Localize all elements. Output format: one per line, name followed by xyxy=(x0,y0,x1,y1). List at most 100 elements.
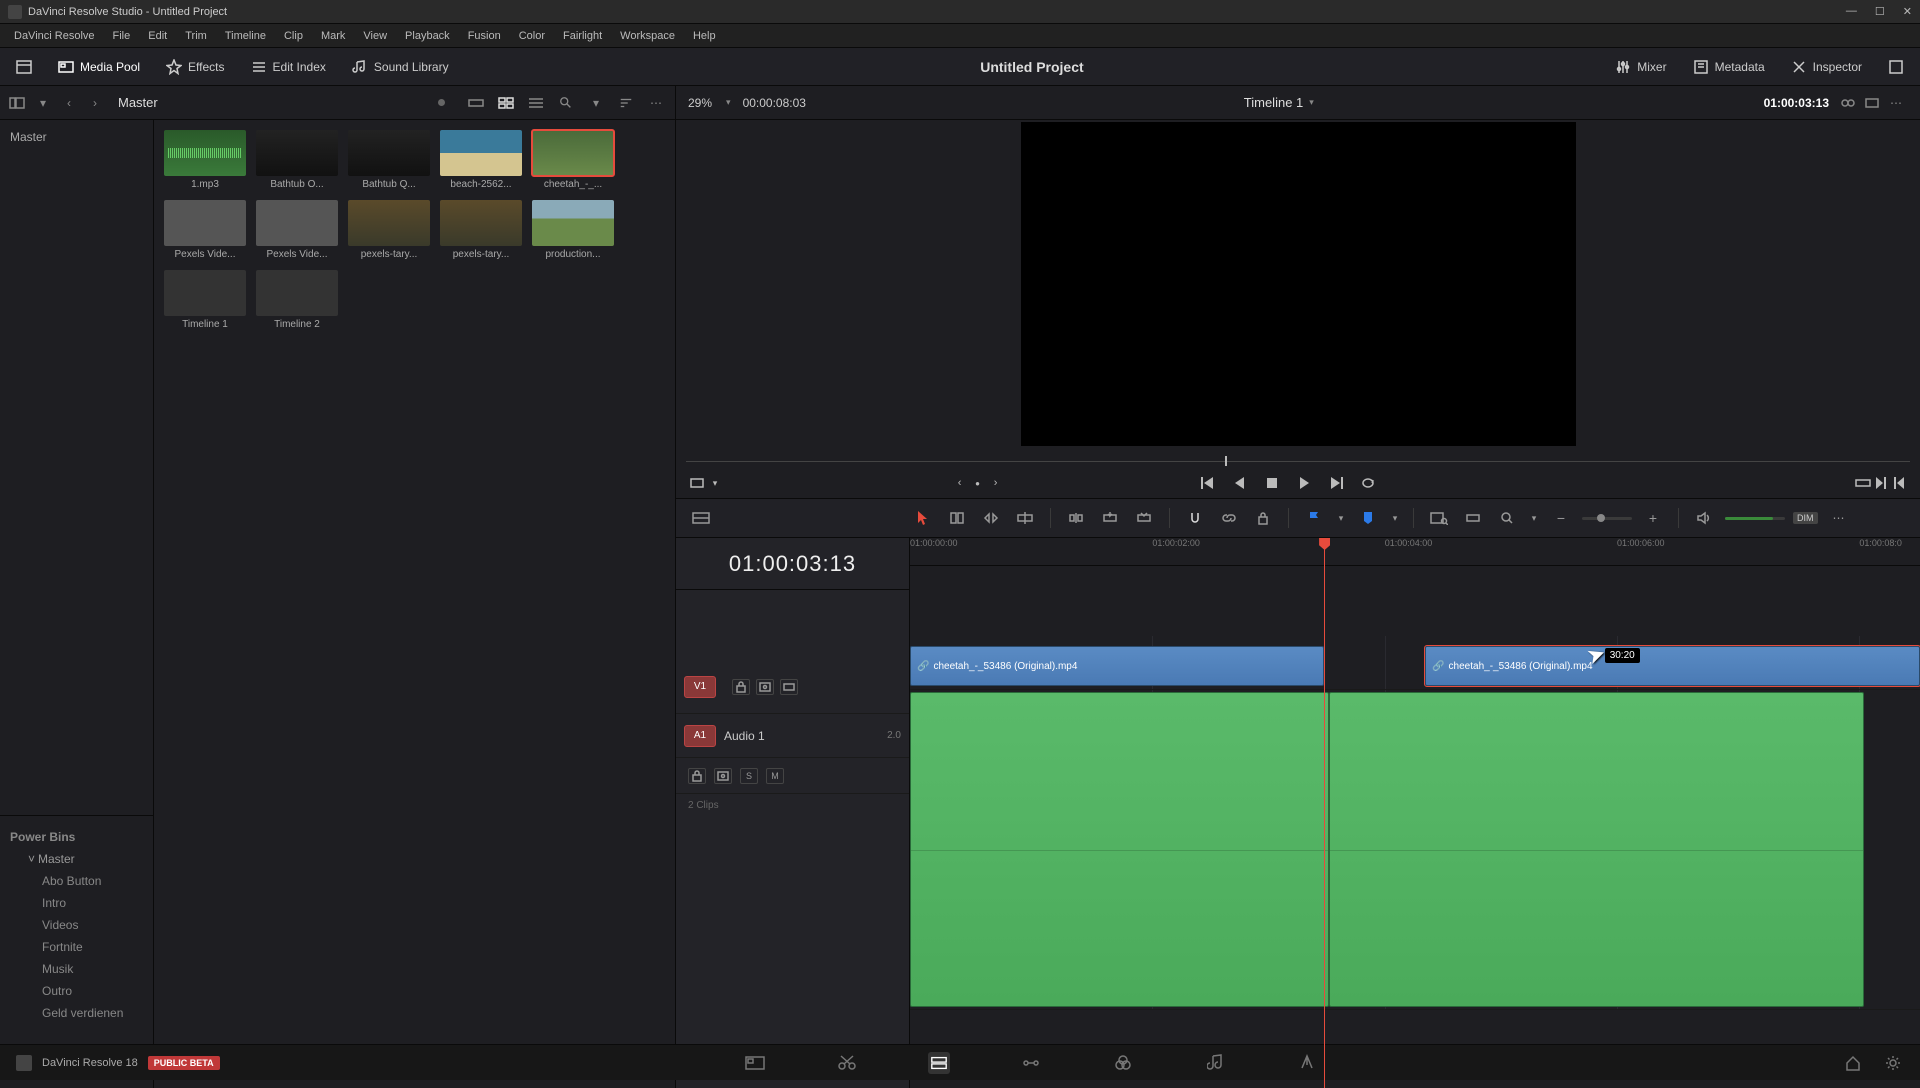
a1-mute-toggle[interactable]: M xyxy=(766,768,784,784)
track-header-v1[interactable]: V1 xyxy=(676,660,909,714)
dim-badge[interactable]: DIM xyxy=(1793,512,1818,524)
power-bins-section[interactable]: Power Bins xyxy=(0,826,153,848)
bin-master[interactable]: Master xyxy=(0,126,153,148)
dynamic-trim-tool[interactable] xyxy=(978,505,1004,531)
zoom-in-button[interactable]: + xyxy=(1640,505,1666,531)
search-dialog-button[interactable] xyxy=(1426,505,1452,531)
media-page-button[interactable] xyxy=(744,1052,766,1074)
media-thumb-11[interactable]: Timeline 2 xyxy=(256,270,338,330)
fusion-page-button[interactable] xyxy=(1020,1052,1042,1074)
menu-edit[interactable]: Edit xyxy=(140,27,175,45)
prev-edit-button[interactable] xyxy=(1890,474,1908,492)
effects-button[interactable]: Effects xyxy=(160,55,230,79)
project-settings-button[interactable] xyxy=(1882,1052,1904,1074)
minimize-button[interactable]: — xyxy=(1846,5,1857,18)
edit-page-button[interactable] xyxy=(928,1052,950,1074)
viewer-zoom-value[interactable]: 29% xyxy=(688,96,712,110)
close-button[interactable]: ✕ xyxy=(1903,5,1912,18)
zoom-slider[interactable] xyxy=(1582,517,1632,520)
big-timecode-display[interactable]: 01:00:03:13 xyxy=(676,538,909,590)
media-thumb-3[interactable]: beach-2562... xyxy=(440,130,522,190)
menu-fusion[interactable]: Fusion xyxy=(460,27,509,45)
panel-expand-button[interactable] xyxy=(1882,55,1910,79)
menu-timeline[interactable]: Timeline xyxy=(217,27,274,45)
menu-mark[interactable]: Mark xyxy=(313,27,353,45)
menu-fairlight[interactable]: Fairlight xyxy=(555,27,610,45)
selection-tool[interactable] xyxy=(910,505,936,531)
edit-index-button[interactable]: Edit Index xyxy=(245,55,332,79)
view-filmstrip-button[interactable] xyxy=(467,96,485,110)
menu-color[interactable]: Color xyxy=(511,27,553,45)
metadata-button[interactable]: Metadata xyxy=(1687,55,1771,79)
menu-help[interactable]: Help xyxy=(685,27,724,45)
power-bin-abo-button[interactable]: Abo Button xyxy=(0,870,153,892)
media-options-button[interactable]: ⋯ xyxy=(647,96,665,110)
play-button[interactable] xyxy=(1295,474,1313,492)
video-clip-2[interactable]: +00:20 🔗 cheetah_-_53486 (Original).mp4 xyxy=(1425,646,1920,686)
media-thumb-9[interactable]: production... xyxy=(532,200,614,260)
media-thumb-0[interactable]: 1.mp3 xyxy=(164,130,246,190)
loop-button[interactable] xyxy=(1359,474,1377,492)
monitor-volume-icon[interactable] xyxy=(1691,505,1717,531)
viewer-options-button[interactable]: ⋯ xyxy=(1887,95,1905,111)
go-end-button[interactable] xyxy=(1327,474,1345,492)
play-reverse-button[interactable] xyxy=(1231,474,1249,492)
nav-next-button[interactable]: › xyxy=(86,96,104,110)
deliver-page-button[interactable] xyxy=(1296,1052,1318,1074)
snapping-toggle[interactable] xyxy=(1182,505,1208,531)
a1-track-tag[interactable]: A1 xyxy=(684,725,716,747)
match-frame-next[interactable]: › xyxy=(987,474,1005,492)
marker-dropdown[interactable]: ▾ xyxy=(1389,505,1401,531)
media-thumb-5[interactable]: Pexels Vide... xyxy=(164,200,246,260)
monitor-volume-slider[interactable] xyxy=(1725,517,1785,520)
link-toggle[interactable] xyxy=(1216,505,1242,531)
full-extent-button[interactable] xyxy=(1854,474,1872,492)
nav-dropdown[interactable]: ▾ xyxy=(34,96,52,110)
viewer-canvas[interactable] xyxy=(1021,122,1576,446)
menu-file[interactable]: File xyxy=(105,27,139,45)
home-button[interactable] xyxy=(1842,1052,1864,1074)
viewer-scrub-bar[interactable] xyxy=(686,454,1910,468)
timeline-playhead[interactable] xyxy=(1324,538,1325,1088)
go-start-button[interactable] xyxy=(1199,474,1217,492)
zoom-dropdown-icon[interactable]: ▾ xyxy=(726,97,731,108)
v1-auto-select-toggle[interactable] xyxy=(756,679,774,695)
media-thumb-10[interactable]: Timeline 1 xyxy=(164,270,246,330)
fairlight-page-button[interactable] xyxy=(1204,1052,1226,1074)
menu-davinci-resolve[interactable]: DaVinci Resolve xyxy=(6,27,103,45)
cut-page-button[interactable] xyxy=(836,1052,858,1074)
viewer-mode-button[interactable] xyxy=(688,474,706,492)
viewer-mode-dropdown[interactable]: ▾ xyxy=(706,474,724,492)
view-thumb-button[interactable] xyxy=(497,96,515,110)
audio-clip-1[interactable] xyxy=(910,692,1329,1007)
power-bin-fortnite[interactable]: Fortnite xyxy=(0,936,153,958)
bin-list-toggle[interactable] xyxy=(8,96,26,110)
insert-clip-button[interactable] xyxy=(1063,505,1089,531)
overwrite-clip-button[interactable] xyxy=(1097,505,1123,531)
v1-enable-toggle[interactable] xyxy=(780,679,798,695)
track-header-a1[interactable]: A1 Audio 1 2.0 xyxy=(676,714,909,758)
audio-track-a1[interactable] xyxy=(910,690,1920,1010)
menu-trim[interactable]: Trim xyxy=(177,27,215,45)
timeline-view-options[interactable] xyxy=(688,505,714,531)
media-thumb-1[interactable]: Bathtub O... xyxy=(256,130,338,190)
inspector-button[interactable]: Inspector xyxy=(1785,55,1868,79)
power-bin-videos[interactable]: Videos xyxy=(0,914,153,936)
color-page-button[interactable] xyxy=(1112,1052,1134,1074)
media-pool-button[interactable]: Media Pool xyxy=(52,55,146,79)
flag-dropdown[interactable]: ▾ xyxy=(1335,505,1347,531)
video-clip-1[interactable]: 🔗 cheetah_-_53486 (Original).mp4 xyxy=(910,646,1324,686)
trim-tool[interactable] xyxy=(944,505,970,531)
timeline-ruler[interactable]: 01:00:00:0001:00:02:0001:00:04:0001:00:0… xyxy=(910,538,1920,566)
timeline-name-label[interactable]: Timeline 1 xyxy=(1244,95,1303,110)
layout-switcher[interactable] xyxy=(10,55,38,79)
a1-lock-toggle[interactable] xyxy=(688,768,706,784)
blade-tool[interactable] xyxy=(1012,505,1038,531)
power-bin-outro[interactable]: Outro xyxy=(0,980,153,1002)
replace-clip-button[interactable] xyxy=(1131,505,1157,531)
flag-button[interactable] xyxy=(1301,505,1327,531)
menu-playback[interactable]: Playback xyxy=(397,27,458,45)
power-bin-geld-verdienen[interactable]: Geld verdienen xyxy=(0,1002,153,1024)
single-viewer-button[interactable] xyxy=(1863,95,1881,111)
mixer-button[interactable]: Mixer xyxy=(1609,55,1672,79)
